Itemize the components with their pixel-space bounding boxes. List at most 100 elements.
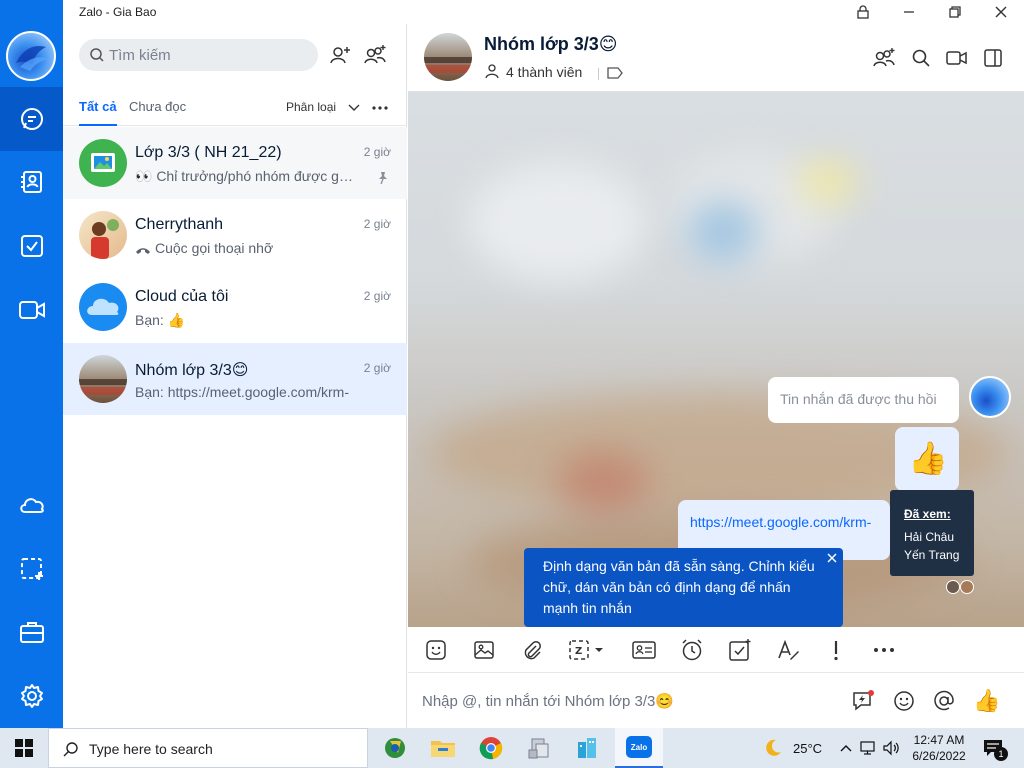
conversation-item[interactable]: Lớp 3/3 ( NH 21_22) 👀 Chỉ trưởng/phó nhó… <box>63 127 407 199</box>
tab-unread[interactable]: Chưa đọc <box>129 99 186 114</box>
gear-icon <box>20 684 43 708</box>
taskbar-app-devices[interactable] <box>515 728 563 768</box>
nav-video[interactable] <box>0 278 63 342</box>
contact-card-icon <box>632 641 656 659</box>
taskbar-app-chrome[interactable] <box>467 728 515 768</box>
classify-dropdown[interactable]: Phân loại <box>286 100 336 114</box>
start-button[interactable] <box>0 728 48 768</box>
member-icon <box>485 64 499 79</box>
search-box[interactable] <box>79 39 318 71</box>
attach-file-button[interactable] <box>518 636 546 664</box>
image-button[interactable] <box>470 636 498 664</box>
notification-center-button[interactable]: 1 <box>980 728 1008 768</box>
nav-toolbox[interactable] <box>0 600 63 664</box>
video-camera-icon <box>946 51 967 65</box>
reminder-button[interactable] <box>678 636 706 664</box>
filter-tabs: Tất cả Chưa đọc Phân loại <box>63 90 407 126</box>
folder-icon <box>431 741 455 757</box>
taskbar-app-zalo[interactable]: Zalo <box>615 728 663 768</box>
taskbar-app-buildings[interactable] <box>563 728 611 768</box>
search-input[interactable] <box>109 39 309 71</box>
screenshot-button[interactable]: Z <box>566 636 610 664</box>
mention-button[interactable] <box>930 687 958 715</box>
message-input[interactable] <box>422 685 842 717</box>
message-sticker[interactable]: 👍 <box>895 427 959 491</box>
conversation-item[interactable]: Cloud của tôi Bạn: 👍 2 giờ <box>63 271 407 343</box>
member-count[interactable]: 4 thành viên <box>506 64 582 80</box>
clock-time: 12:47 AM <box>913 733 965 747</box>
video-call-button[interactable] <box>943 44 971 72</box>
search-message-button[interactable] <box>907 44 935 72</box>
conversation-time: 2 giờ <box>363 145 391 159</box>
message-recalled[interactable]: Tin nhắn đã được thu hồi <box>768 377 959 423</box>
divider <box>598 68 599 80</box>
screenshot-icon <box>20 558 43 580</box>
tip-text: Định dạng văn bản đã sẵn sàng. Chỉnh kiể… <box>543 558 815 616</box>
toggle-info-panel-button[interactable] <box>979 44 1007 72</box>
add-member-button[interactable] <box>870 44 898 72</box>
create-group-button[interactable] <box>361 41 389 69</box>
clock[interactable]: 12:47 AM 6/26/2022 <box>912 728 965 768</box>
close-icon <box>995 6 1007 18</box>
background-blur <box>468 162 648 282</box>
chat-avatar[interactable] <box>424 33 472 81</box>
send-like-button[interactable]: 👍 <box>973 687 1001 715</box>
urgent-button[interactable] <box>822 636 850 664</box>
sender-avatar[interactable] <box>969 376 1011 418</box>
nav-contacts[interactable] <box>0 150 63 214</box>
pin-icon <box>379 172 387 185</box>
conversation-preview: 👀 Chỉ trưởng/phó nhóm được gửi tin nhắn <box>135 168 355 184</box>
moon-icon <box>766 739 781 756</box>
close-icon[interactable] <box>826 552 838 564</box>
conversation-item[interactable]: Cherrythanh Cuộc gọi thoại nhỡ 2 giờ <box>63 199 407 271</box>
devices-icon <box>528 738 549 759</box>
minimize-button[interactable] <box>886 0 932 24</box>
image-icon <box>474 641 494 659</box>
add-friend-button[interactable] <box>326 41 354 69</box>
quick-message-button[interactable] <box>849 687 877 715</box>
chat-icon <box>20 108 43 130</box>
sticker-button[interactable] <box>422 636 450 664</box>
taskbar-search[interactable]: Type here to search <box>48 728 368 768</box>
taskbar-app-idm[interactable] <box>371 728 419 768</box>
nav-messages[interactable] <box>0 87 63 151</box>
close-button[interactable] <box>978 0 1024 24</box>
add-user-icon <box>330 47 350 64</box>
emoji-button[interactable] <box>890 687 918 715</box>
chat-header: Nhóm lớp 3/3😊 4 thành viên <box>408 24 1024 92</box>
restore-button[interactable] <box>932 0 978 24</box>
tab-all[interactable]: Tất cả <box>79 99 117 114</box>
screenshot-icon: Z <box>569 640 603 660</box>
tab-underline <box>79 124 117 126</box>
nav-todo[interactable] <box>0 214 63 278</box>
conversation-time: 2 giờ <box>363 289 391 303</box>
cloud-icon <box>19 498 44 513</box>
conversation-item[interactable]: Nhóm lớp 3/3😊 Bạn: https://meet.google.c… <box>63 343 407 415</box>
nav-screenshot[interactable] <box>0 537 63 601</box>
alarm-clock-icon <box>682 639 702 661</box>
task-button[interactable] <box>726 636 754 664</box>
network-icon <box>860 741 875 755</box>
taskbar-app-explorer[interactable] <box>419 728 467 768</box>
nav-cloud[interactable] <box>0 473 63 537</box>
conversation-name: Cloud của tôi <box>135 288 229 305</box>
weather-widget[interactable]: 25°C <box>763 728 822 768</box>
contact-card-button[interactable] <box>630 636 658 664</box>
text-format-button[interactable] <box>774 636 802 664</box>
chat-title[interactable]: Nhóm lớp 3/3😊 <box>484 34 618 55</box>
contacts-icon <box>20 171 42 193</box>
tag-icon[interactable] <box>607 67 623 79</box>
conversation-panel: Tất cả Chưa đọc Phân loại Lớp 3/3 ( NH 2… <box>63 24 407 728</box>
more-tools-button[interactable] <box>870 636 898 664</box>
user-avatar[interactable] <box>6 31 56 81</box>
chevron-down-icon[interactable] <box>348 104 360 112</box>
missed-call-icon <box>136 248 150 254</box>
more-options-icon[interactable] <box>372 106 388 110</box>
lock-icon <box>857 5 869 19</box>
link-text[interactable]: https://meet.google.com/krm- <box>690 514 871 530</box>
checkbox-icon <box>20 235 43 257</box>
system-tray-icons[interactable] <box>840 728 900 768</box>
lock-button[interactable] <box>840 0 886 24</box>
nav-settings[interactable] <box>0 664 63 728</box>
user-avatar <box>79 211 127 259</box>
